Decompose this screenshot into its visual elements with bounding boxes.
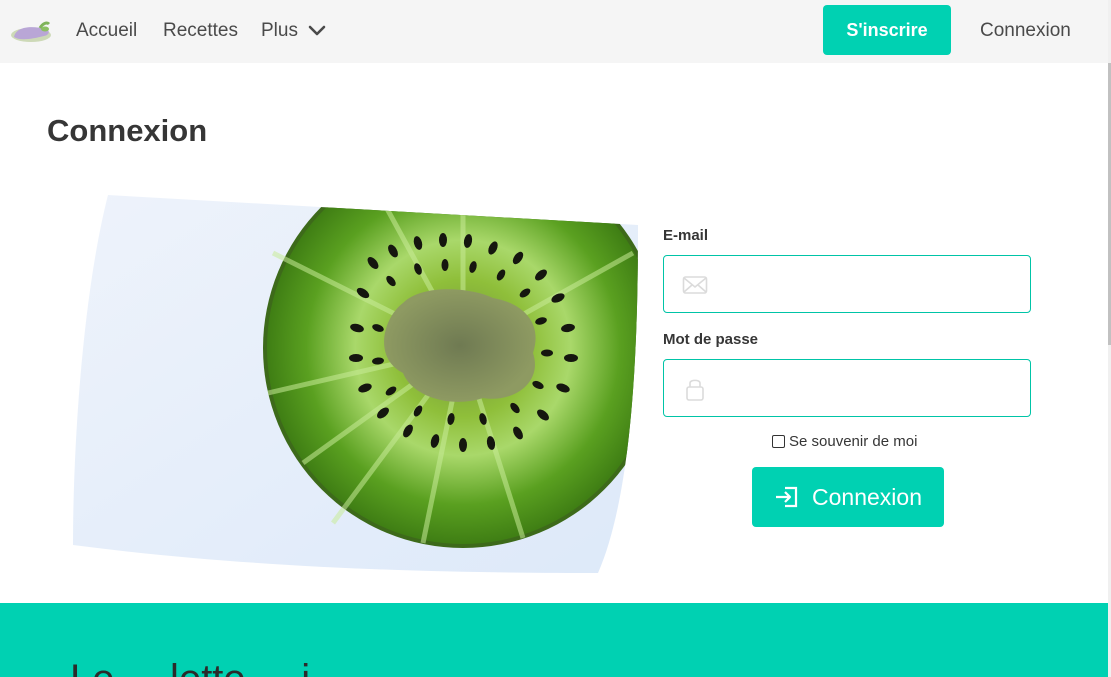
password-field[interactable]	[663, 359, 1031, 418]
eggplant-logo[interactable]	[10, 15, 52, 45]
email-field[interactable]	[663, 255, 1031, 314]
footer-band: Le ... lette ... i	[0, 603, 1108, 677]
nav-item-plus-label: Plus	[261, 20, 298, 41]
email-label: E-mail	[663, 227, 709, 244]
remember-me-label: Se souvenir de moi	[789, 433, 918, 450]
email-input[interactable]	[716, 256, 1020, 314]
nav-item-plus[interactable]: Plus	[261, 20, 326, 42]
login-submit-label: Connexion	[812, 483, 922, 510]
remember-me-checkbox[interactable]	[772, 435, 785, 448]
remember-me[interactable]: Se souvenir de moi	[772, 433, 917, 450]
signup-button[interactable]: S'inscrire	[823, 5, 951, 55]
sign-in-icon	[776, 486, 798, 508]
login-submit-button[interactable]: Connexion	[752, 467, 944, 527]
navbar: Accueil Recettes Plus S'inscrire Connexi…	[0, 0, 1111, 63]
nav-item-accueil[interactable]: Accueil	[76, 20, 137, 42]
nav-login-link[interactable]: Connexion	[980, 20, 1071, 42]
chevron-down-icon	[308, 25, 326, 36]
nav-item-recettes[interactable]: Recettes	[163, 20, 238, 42]
lock-icon	[686, 379, 704, 401]
band-heading: Le ... lette ... i	[70, 657, 310, 677]
password-label: Mot de passe	[663, 331, 759, 348]
kiwi-slice-image	[73, 195, 638, 573]
page-title: Connexion	[47, 113, 208, 148]
password-input[interactable]	[716, 360, 1020, 418]
envelope-icon	[682, 276, 708, 294]
